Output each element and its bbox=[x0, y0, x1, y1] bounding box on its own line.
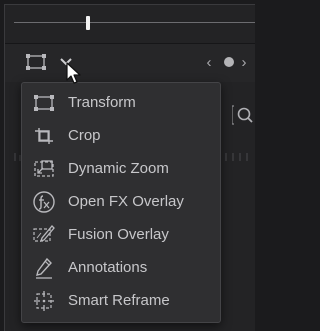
dynamic-zoom-icon bbox=[32, 157, 56, 181]
transform-mode-button[interactable] bbox=[24, 50, 48, 74]
menu-item-transform[interactable]: Transform bbox=[22, 86, 220, 119]
menu-item-crop[interactable]: Crop bbox=[22, 119, 220, 152]
center-dot-button[interactable] bbox=[224, 57, 234, 67]
transform-icon bbox=[32, 91, 56, 115]
menu-item-label: Fusion Overlay bbox=[68, 225, 169, 243]
chevron-right-icon: › bbox=[241, 53, 247, 71]
menu-item-annotations[interactable]: Annotations bbox=[22, 251, 220, 284]
previous-button[interactable]: ‹ bbox=[202, 52, 216, 72]
menu-item-label: Dynamic Zoom bbox=[68, 159, 169, 177]
fusion-overlay-icon bbox=[32, 223, 56, 247]
menu-item-dynamic-zoom[interactable]: Dynamic Zoom bbox=[22, 152, 220, 185]
playhead-handle[interactable] bbox=[86, 16, 90, 30]
annotations-icon bbox=[32, 256, 56, 280]
open-fx-overlay-icon bbox=[32, 190, 56, 214]
transform-icon bbox=[26, 54, 46, 70]
mouse-cursor-icon bbox=[66, 62, 82, 86]
menu-item-open-fx-overlay[interactable]: Open FX Overlay bbox=[22, 185, 220, 218]
magnifier-icon bbox=[231, 105, 253, 125]
mode-dropdown-menu: Transform Crop Dynamic Zoom Open FX Over… bbox=[21, 82, 221, 323]
partially-hidden-zoom-control[interactable] bbox=[231, 100, 255, 130]
next-button[interactable]: › bbox=[237, 52, 251, 72]
crop-icon bbox=[32, 124, 56, 148]
menu-item-fusion-overlay[interactable]: Fusion Overlay bbox=[22, 218, 220, 251]
menu-item-label: Open FX Overlay bbox=[68, 192, 184, 210]
menu-item-label: Smart Reframe bbox=[68, 291, 170, 309]
chevron-left-icon: ‹ bbox=[206, 53, 212, 71]
menu-item-label: Annotations bbox=[68, 258, 148, 276]
menu-item-label: Crop bbox=[68, 126, 101, 144]
smart-reframe-icon bbox=[32, 289, 56, 313]
menu-item-smart-reframe[interactable]: Smart Reframe bbox=[22, 284, 220, 317]
menu-item-label: Transform bbox=[68, 93, 136, 111]
scrubber-track[interactable] bbox=[14, 22, 255, 23]
